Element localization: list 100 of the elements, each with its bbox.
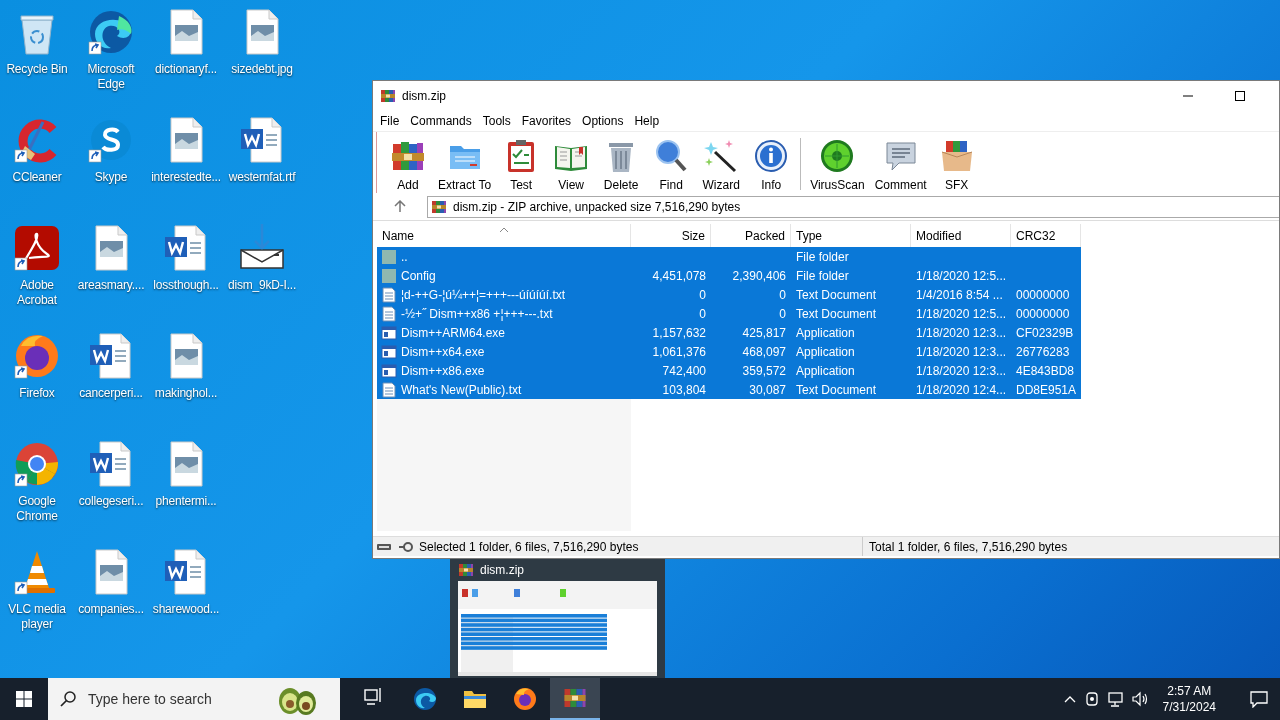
view-button[interactable]: View <box>546 138 597 192</box>
menu-item[interactable]: Help <box>629 112 665 130</box>
icon-label: CCleaner <box>11 170 63 185</box>
address-field[interactable]: dism.zip - ZIP archive, unpacked size 7,516,290 bytes <box>427 195 1279 218</box>
menu-item[interactable]: File <box>375 112 405 130</box>
table-cell: 0 <box>779 306 786 321</box>
comment-button[interactable]: Comment <box>869 138 932 192</box>
folder-icon <box>381 267 397 284</box>
find-button[interactable]: Find <box>646 138 697 192</box>
table-cell: 1/18/2020 12:4... <box>916 382 1007 397</box>
pdf-icon[interactable] <box>13 224 61 272</box>
notification-icon[interactable] <box>1250 690 1268 708</box>
table-cell: 4E843BD8 <box>1016 363 1075 378</box>
browser-icon <box>513 687 537 711</box>
file-row[interactable]: What's New(Public).txt 103,804 30,087 Text Document 1/18/2020 12:4... DD8E951A <box>377 380 1081 399</box>
maximize-icon <box>1235 91 1245 101</box>
file-row[interactable]: Config 4,451,078 2,390,406 File folder 1/18/2020 12:5... <box>377 266 1081 285</box>
clock-time[interactable]: 2:57 AM <box>1167 683 1212 699</box>
icon-label: cancerperi... <box>78 386 144 401</box>
table-cell: 26776283 <box>1016 344 1070 359</box>
delete-button[interactable]: Delete <box>596 138 647 192</box>
icon-label: lossthough... <box>152 278 220 293</box>
thumbnail-title: dism.zip <box>480 563 524 577</box>
table-cell: Dism++ARM64.exe <box>401 325 506 340</box>
table-cell: 1,157,632 <box>652 325 706 340</box>
clock-date[interactable]: 7/31/2024 <box>1162 699 1216 715</box>
icon-label: Adobe Acrobat <box>16 278 58 308</box>
file-row[interactable]: ¦d-++G-¦ú¼++¦=+++---úíúíúí.txt 0 0 Text Document 1/4/2016 8:54 ... 00000000 <box>377 285 1081 304</box>
table-cell: File folder <box>796 268 849 283</box>
table-cell: 0 <box>779 287 786 302</box>
up-arrow-icon[interactable] <box>394 200 406 213</box>
table-cell: 425,817 <box>742 325 786 340</box>
browser-icon[interactable] <box>13 440 61 488</box>
table-cell: Dism++x86.exe <box>401 363 485 378</box>
table-cell: Text Document <box>796 382 877 397</box>
icon-label: dictionaryf... <box>154 62 218 77</box>
file-row[interactable]: .. File folder <box>377 247 1081 266</box>
status-text: Selected 1 folder, 6 files, 7,516,290 bytes <box>419 539 639 554</box>
thumbnail-drawing[interactable] <box>458 581 657 676</box>
table-cell: ¦d-++G-¦ú¼++¦=+++---úíúíúí.txt <box>401 287 566 302</box>
application-icon <box>381 362 397 379</box>
icon-label: interestedte... <box>150 170 222 185</box>
camera-icon[interactable] <box>1083 691 1100 707</box>
volume-icon[interactable] <box>1131 691 1149 707</box>
icon-label: Google Chrome <box>15 494 59 524</box>
table-cell: Application <box>796 344 855 359</box>
archive-icon <box>563 686 587 710</box>
chevron-icon[interactable] <box>1063 694 1076 704</box>
table-cell: 00000000 <box>1016 306 1070 321</box>
file-row[interactable]: Dism++x86.exe 742,400 359,572 Application 1/18/2020 12:3... 4E843BD8 <box>377 361 1081 380</box>
text-file-icon <box>381 381 397 398</box>
info-icon <box>753 138 790 174</box>
icon-label: companies... <box>77 602 145 617</box>
file-row[interactable]: Dism++x64.exe 1,061,376 468,097 Application 1/18/2020 12:3... 26776283 <box>377 342 1081 361</box>
archive-icon <box>458 562 474 578</box>
network-icon[interactable] <box>1107 691 1124 707</box>
archive-icon <box>431 198 447 215</box>
text-file-icon <box>381 305 397 322</box>
icon-label: westernfat.rtf <box>227 170 297 185</box>
table-cell: 0 <box>699 306 706 321</box>
table-cell: Application <box>796 325 855 340</box>
icon-label: Firefox <box>18 386 56 401</box>
menu-item[interactable]: Options <box>577 112 629 130</box>
table-cell: 4,451,078 <box>652 268 706 283</box>
folder-icon <box>381 248 397 265</box>
table-cell: -½+˝ Dism++x86 +¦+++---.txt <box>401 306 553 321</box>
file-row[interactable]: Dism++ARM64.exe 1,157,632 425,817 Application 1/18/2020 12:3... CF02329B <box>377 323 1081 342</box>
menu-item[interactable]: Favorites <box>516 112 577 130</box>
test-button[interactable]: Test <box>496 138 547 192</box>
browser-icon[interactable] <box>87 8 135 56</box>
menu-item[interactable]: Commands <box>405 112 477 130</box>
extract-button[interactable]: Extract To <box>433 138 497 192</box>
table-cell: Config <box>401 268 436 283</box>
download-icon[interactable] <box>238 224 286 272</box>
key-icon <box>398 540 413 553</box>
search-field[interactable]: Type here to search <box>48 678 340 720</box>
table-cell: 103,804 <box>662 382 706 397</box>
table-cell: Text Document <box>796 306 877 321</box>
icon-label: Recycle Bin <box>5 62 69 77</box>
application-icon <box>381 343 397 360</box>
icon-label: collegeseri... <box>77 494 145 509</box>
status-text: Total 1 folder, 6 files, 7,516,290 bytes <box>869 539 1068 554</box>
window-title: dism.zip <box>402 89 446 103</box>
info-button[interactable]: Info <box>746 138 797 192</box>
virusscan-button[interactable]: VirusScan <box>805 138 870 192</box>
icon-label: areasmary.... <box>76 278 146 293</box>
add-button[interactable]: Add <box>383 138 433 192</box>
table-cell: 0 <box>699 287 706 302</box>
wizard-button[interactable]: Wizard <box>696 138 747 192</box>
table-cell: File folder <box>796 249 849 264</box>
menu-item[interactable]: Tools <box>477 112 516 130</box>
file-row[interactable]: -½+˝ Dism++x86 +¦+++---.txt 0 0 Text Document 1/18/2020 12:5... 00000000 <box>377 304 1081 323</box>
table-cell: 1,061,376 <box>652 344 706 359</box>
table-cell: 359,572 <box>742 363 786 378</box>
sfx-button[interactable]: SFX <box>931 138 982 192</box>
browser-icon[interactable] <box>13 332 61 380</box>
table-cell: 1/18/2020 12:3... <box>916 363 1007 378</box>
icon-label: sharewood... <box>151 602 221 617</box>
table-cell: What's New(Public).txt <box>401 382 522 397</box>
table-cell: Application <box>796 363 855 378</box>
